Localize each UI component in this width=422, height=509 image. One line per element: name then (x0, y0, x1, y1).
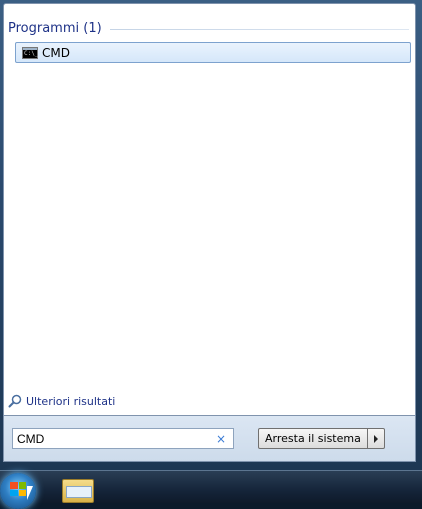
chevron-right-icon (373, 434, 378, 443)
shutdown-button[interactable]: Arresta il sistema (258, 428, 368, 449)
mouse-cursor-icon (27, 486, 33, 500)
shutdown-options-button[interactable] (367, 428, 385, 449)
start-menu: Programmi (1) C:\_ CMD Ulteriori risulta… (0, 0, 422, 470)
search-box: × (12, 428, 234, 449)
clear-search-icon[interactable]: × (213, 432, 229, 446)
windows-explorer-icon[interactable] (62, 479, 94, 503)
search-input[interactable] (13, 429, 213, 448)
more-results-label: Ulteriori risultati (26, 394, 116, 408)
more-results-link[interactable]: Ulteriori risultati (8, 394, 115, 408)
result-item-label: CMD (42, 45, 70, 60)
windows-logo-icon (10, 482, 26, 496)
start-menu-bottom-strip: × Arresta il sistema (3, 416, 416, 462)
cmd-icon: C:\_ (22, 46, 38, 59)
section-divider (109, 28, 409, 30)
shutdown-group: Arresta il sistema (258, 428, 385, 449)
search-results-pane: Programmi (1) C:\_ CMD Ulteriori risulta… (3, 3, 416, 416)
programs-section-header: Programmi (1) (8, 18, 409, 38)
magnifier-icon (8, 394, 22, 408)
result-item-cmd[interactable]: C:\_ CMD (15, 42, 411, 63)
programs-section-title: Programmi (1) (8, 20, 102, 36)
